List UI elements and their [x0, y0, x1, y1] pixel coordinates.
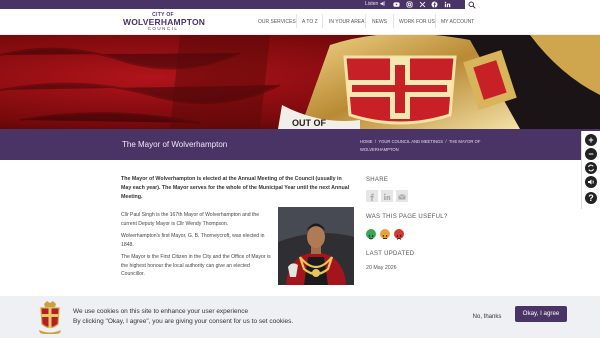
nav-our-services[interactable]: OUR SERVICES [258, 19, 296, 25]
office-paragraph: The Mayor is the First Citizen in the Ci… [121, 254, 271, 277]
intro-paragraph: The Mayor of Wolverhampton is elected at… [121, 176, 350, 200]
x-icon[interactable] [419, 1, 426, 8]
help-icon: ? [585, 192, 597, 204]
last-updated-value: 20 May 2026 [366, 265, 397, 271]
council-logo[interactable]: CITY OF WOLVERHAMPTON COUNCIL [123, 12, 206, 31]
speaker-icon [588, 179, 594, 185]
instagram-icon[interactable] [406, 1, 413, 8]
neutral-face-icon [382, 235, 388, 239]
nav-my-account[interactable]: MY ACCOUNT [441, 19, 474, 25]
contrast-icon [588, 164, 594, 172]
cookie-banner: We use cookies on this site to enhance y… [0, 296, 600, 338]
cookie-message-line1: We use cookies on this site to enhance y… [73, 308, 249, 315]
council-crest-icon [39, 301, 61, 334]
zoom-in-button[interactable]: + [585, 134, 597, 146]
happy-face-icon [368, 235, 374, 240]
nav-a-to-z[interactable]: A TO Z [302, 19, 318, 25]
nav-divider [365, 14, 366, 28]
site-header: CITY OF WOLVERHAMPTON COUNCIL [0, 9, 600, 35]
feedback-happy-button[interactable] [366, 229, 376, 240]
nav-news[interactable]: NEWS [372, 19, 387, 25]
last-updated-heading: LAST UPDATED [366, 251, 415, 257]
hero-banner-text: OUT OF [292, 118, 326, 128]
sad-face-icon [396, 235, 402, 240]
utility-bar: Listen ◀) [0, 0, 478, 9]
first-mayor-paragraph: Wolverhampton's first Mayor, G. B. Thorn… [121, 233, 265, 248]
decline-cookies-button[interactable]: No, thanks [462, 311, 512, 323]
facebook-icon[interactable] [431, 1, 438, 8]
breadcrumb-your-council[interactable]: YOUR COUNCIL AND MEETINGS [378, 139, 443, 144]
nav-work-for-us[interactable]: WORK FOR US [399, 19, 435, 25]
page-title-band: The Mayor of Wolverhampton HOME / YOUR C… [0, 129, 600, 160]
feedback-neutral-button[interactable] [380, 229, 390, 239]
mayor-paragraph: Cllr Paul Singh is the 167th Mayor of Wo… [121, 212, 260, 227]
listen-button[interactable]: Listen ◀) [365, 1, 385, 7]
zoom-out-button[interactable]: − [585, 148, 597, 160]
cookie-message-line2: By clicking "Okay, I agree", you are giv… [73, 318, 294, 325]
search-icon [468, 1, 476, 9]
mayor-portrait-image [278, 207, 354, 285]
feedback-sad-button[interactable] [394, 229, 404, 240]
contrast-toggle-button[interactable] [585, 162, 597, 174]
share-facebook-button[interactable] [366, 190, 378, 202]
coat-of-arms-image: OUT OF [0, 35, 600, 129]
text-reader-button[interactable] [585, 176, 597, 188]
help-button[interactable]: ? [581, 189, 600, 209]
breadcrumb-home[interactable]: HOME [360, 139, 373, 144]
share-linkedin-button[interactable] [381, 190, 393, 202]
share-email-button[interactable] [396, 190, 408, 202]
linkedin-icon [383, 193, 391, 200]
nav-divider [393, 14, 394, 28]
nav-divider [296, 14, 297, 28]
breadcrumb-separator: / [374, 139, 377, 144]
page: Listen ◀) CITY OF WOLVERHAMPTON COUNCIL … [0, 0, 600, 338]
hero-image: OUT OF [0, 35, 600, 129]
nav-divider [435, 14, 436, 28]
linkedin-icon[interactable] [444, 1, 451, 8]
search-button[interactable] [465, 0, 478, 9]
share-heading: SHARE [366, 177, 389, 183]
nav-in-your-area[interactable]: IN YOUR AREA [329, 19, 364, 25]
feedback-heading: WAS THIS PAGE USEFUL? [366, 214, 448, 220]
email-icon [398, 194, 406, 200]
nav-divider [322, 14, 323, 28]
logo-line-2: WOLVERHAMPTON [123, 17, 206, 27]
mayor-photo [278, 207, 354, 285]
facebook-icon [370, 193, 374, 201]
breadcrumb-separator: / [445, 139, 447, 144]
breadcrumb: HOME / YOUR COUNCIL AND MEETINGS / THE M… [360, 138, 485, 154]
accept-cookies-button[interactable]: Okay, I agree [515, 306, 567, 322]
page-title: The Mayor of Wolverhampton [122, 140, 228, 149]
youtube-icon[interactable] [393, 1, 400, 8]
